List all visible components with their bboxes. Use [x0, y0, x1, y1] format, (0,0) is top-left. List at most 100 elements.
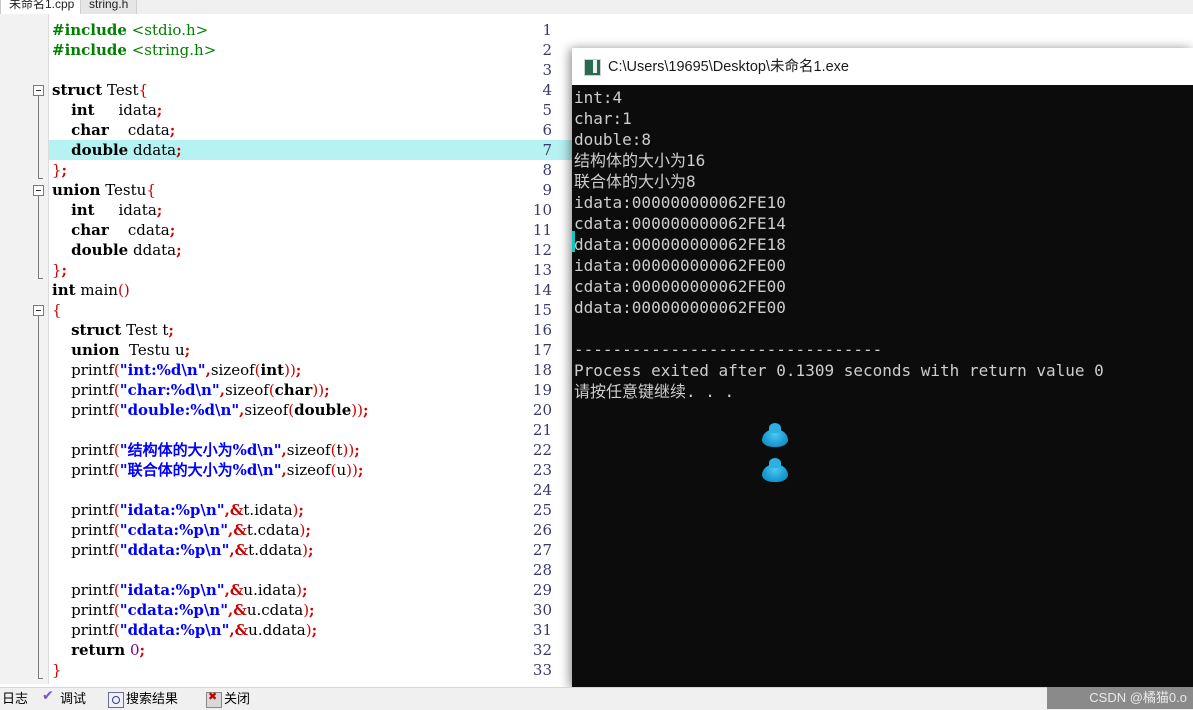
line-number: 13	[532, 261, 552, 279]
console-output-line: 联合体的大小为8	[574, 172, 696, 191]
line-number: 2	[542, 41, 552, 59]
line-number: 28	[532, 561, 552, 579]
line-number: 27	[532, 541, 552, 559]
code-line[interactable]: int idata;	[52, 100, 162, 120]
line-number: 4	[542, 81, 552, 99]
fold-guide-line	[38, 316, 39, 678]
line-number-gutter	[0, 14, 49, 684]
console-output-line: double:8	[574, 130, 652, 149]
line-number: 9	[542, 181, 552, 199]
fold-guide-line	[38, 96, 39, 178]
line-number: 33	[532, 661, 552, 679]
bottom-item-debug[interactable]: 调试	[60, 689, 86, 709]
bottom-item-search-results[interactable]: 搜索结果	[126, 689, 178, 709]
code-line[interactable]: printf("cdata:%p\n",&t.cdata);	[52, 520, 311, 540]
code-line[interactable]: printf("联合体的大小为%d\n",sizeof(u));	[52, 460, 363, 480]
check-icon	[42, 688, 56, 706]
console-output-area[interactable]: int:4 char:1 double:8 结构体的大小为16 联合体的大小为8 idat…	[572, 85, 1193, 687]
code-line[interactable]: return 0;	[52, 640, 145, 660]
bottom-status-bar: 日志 调试 搜索结果 关闭	[0, 687, 1193, 710]
code-line[interactable]: double ddata;	[52, 240, 182, 260]
pointer-blob-2	[762, 458, 788, 482]
line-number: 20	[532, 401, 552, 419]
line-number: 3	[542, 61, 552, 79]
code-line[interactable]: printf("double:%d\n",sizeof(double));	[52, 400, 368, 420]
code-line[interactable]: printf("int:%d\n",sizeof(int));	[52, 360, 301, 380]
console-output-line: idata:000000000062FE10	[574, 193, 786, 212]
code-line[interactable]: }	[52, 660, 62, 680]
line-number: 18	[532, 361, 552, 379]
console-output-line: cdata:000000000062FE00	[574, 277, 786, 296]
bottom-item-close[interactable]: 关闭	[224, 689, 250, 709]
fold-toggle-icon[interactable]	[33, 305, 44, 316]
fold-toggle-icon[interactable]	[33, 85, 44, 96]
line-number: 16	[532, 321, 552, 339]
code-line[interactable]: struct Test t;	[52, 320, 174, 340]
line-number: 26	[532, 521, 552, 539]
tab-untitled1-cpp[interactable]: 未命名1.cpp	[0, 0, 84, 14]
line-number: 22	[532, 441, 552, 459]
console-window[interactable]: C:\Users\19695\Desktop\未命名1.exe int:4 cha…	[572, 48, 1193, 687]
code-line[interactable]: printf("ddata:%p\n",&t.ddata);	[52, 540, 313, 560]
code-line[interactable]: printf("结构体的大小为%d\n",sizeof(t));	[52, 440, 360, 460]
bottom-item-label: 日志	[2, 691, 29, 706]
code-line[interactable]: union Testu{	[52, 180, 156, 200]
line-number: 8	[542, 161, 552, 179]
line-number: 31	[532, 621, 552, 639]
line-number: 32	[532, 641, 552, 659]
fold-end-marker	[38, 678, 43, 679]
console-output-line: cdata:000000000062FE14	[574, 214, 786, 233]
bottom-item-label: 搜索结果	[126, 691, 179, 706]
code-line[interactable]: printf("idata:%p\n",&t.idata);	[52, 500, 304, 520]
code-line[interactable]: #include <string.h>	[52, 40, 216, 60]
code-line[interactable]: int idata;	[52, 200, 162, 220]
code-line[interactable]: };	[52, 260, 67, 280]
console-output-line: --------------------------------	[574, 340, 883, 359]
code-line[interactable]: struct Test{	[52, 80, 148, 100]
code-line[interactable]: int main()	[52, 280, 130, 300]
console-output-line: ddata:000000000062FE00	[574, 298, 786, 317]
code-line[interactable]: union Testu u;	[52, 340, 190, 360]
console-title-bar[interactable]: C:\Users\19695\Desktop\未命名1.exe	[572, 48, 1193, 86]
line-number: 11	[532, 221, 552, 239]
code-line[interactable]: printf("char:%d\n",sizeof(char));	[52, 380, 330, 400]
line-number: 14	[532, 281, 552, 299]
code-line[interactable]: printf("ddata:%p\n",&u.ddata);	[52, 620, 317, 640]
line-number: 5	[542, 101, 552, 119]
line-number: 15	[532, 301, 552, 319]
bottom-item-log[interactable]: 日志	[2, 689, 28, 709]
line-number: 1	[542, 21, 552, 39]
code-line[interactable]: char cdata;	[52, 220, 175, 240]
close-icon[interactable]	[206, 690, 222, 708]
line-number: 23	[532, 461, 552, 479]
line-number: 17	[532, 341, 552, 359]
fold-end-marker	[38, 278, 43, 279]
tab-string-h[interactable]: string.h	[80, 0, 138, 14]
code-line[interactable]: char cdata;	[52, 120, 175, 140]
console-output-line: idata:000000000062FE00	[574, 256, 786, 275]
code-line[interactable]: double ddata;	[52, 140, 182, 160]
console-output-line: char:1	[574, 109, 632, 128]
console-title-text: C:\Users\19695\Desktop\未命名1.exe	[608, 59, 849, 75]
line-number: 24	[532, 481, 552, 499]
console-output-line: int:4	[574, 88, 623, 107]
line-number: 25	[532, 501, 552, 519]
code-line[interactable]: printf("idata:%p\n",&u.idata);	[52, 580, 308, 600]
code-line[interactable]: printf("cdata:%p\n",&u.cdata);	[52, 600, 315, 620]
code-line[interactable]: #include <stdio.h>	[52, 20, 208, 40]
code-line[interactable]: {	[52, 300, 62, 320]
console-output-line: 结构体的大小为16	[574, 151, 706, 170]
line-number: 29	[532, 581, 552, 599]
line-number: 30	[532, 601, 552, 619]
line-number: 6	[542, 121, 552, 139]
line-number: 7	[542, 141, 552, 159]
editor-tab-strip: 未命名1.cpp string.h	[0, 0, 1193, 14]
bottom-item-label: 调试	[60, 691, 87, 706]
line-number: 12	[532, 241, 552, 259]
code-editor[interactable]: 1 2 3 4 5 6 7 8 9 10 11 12 13 14 15 16 17 18 19 20 21 22 23 24 2…	[0, 14, 572, 684]
fold-toggle-icon[interactable]	[33, 185, 44, 196]
code-line[interactable]: };	[52, 160, 67, 180]
console-output-line: Process exited after 0.1309 seconds with…	[574, 361, 1104, 380]
console-app-icon	[584, 59, 601, 76]
line-number: 21	[532, 421, 552, 439]
